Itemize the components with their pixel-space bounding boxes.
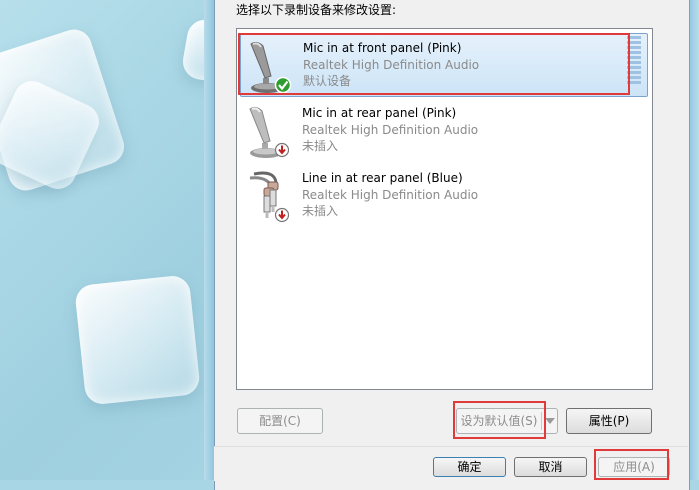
instruction-text: 选择以下录制设备来修改设置: bbox=[236, 3, 397, 17]
device-item-mic-rear[interactable]: Mic in at rear panel (Pink) Realtek High… bbox=[240, 99, 648, 163]
device-driver: Realtek High Definition Audio bbox=[302, 187, 479, 202]
window-frame-left bbox=[204, 0, 214, 480]
ice-cube-decoration bbox=[74, 274, 201, 406]
highlight-box-selected-device bbox=[238, 33, 630, 95]
device-name: Line in at rear panel (Blue) bbox=[302, 171, 463, 185]
device-driver: Realtek High Definition Audio bbox=[302, 122, 479, 137]
microphone-icon bbox=[249, 106, 290, 158]
chevron-down-icon[interactable] bbox=[545, 418, 555, 424]
configure-button[interactable]: 配置(C) bbox=[237, 408, 323, 434]
device-status: 未插入 bbox=[302, 139, 339, 153]
ok-button[interactable]: 确定 bbox=[433, 457, 506, 477]
device-status: 未插入 bbox=[302, 204, 339, 218]
device-name: Mic in at rear panel (Pink) bbox=[302, 106, 457, 120]
highlight-box-set-default bbox=[453, 401, 546, 439]
highlight-box-apply bbox=[594, 449, 669, 480]
properties-button[interactable]: 属性(P) bbox=[566, 408, 652, 434]
cancel-button[interactable]: 取消 bbox=[514, 457, 587, 477]
rca-cable-icon bbox=[249, 171, 290, 223]
device-item-line-in[interactable]: Line in at rear panel (Blue) Realtek Hig… bbox=[240, 164, 648, 228]
